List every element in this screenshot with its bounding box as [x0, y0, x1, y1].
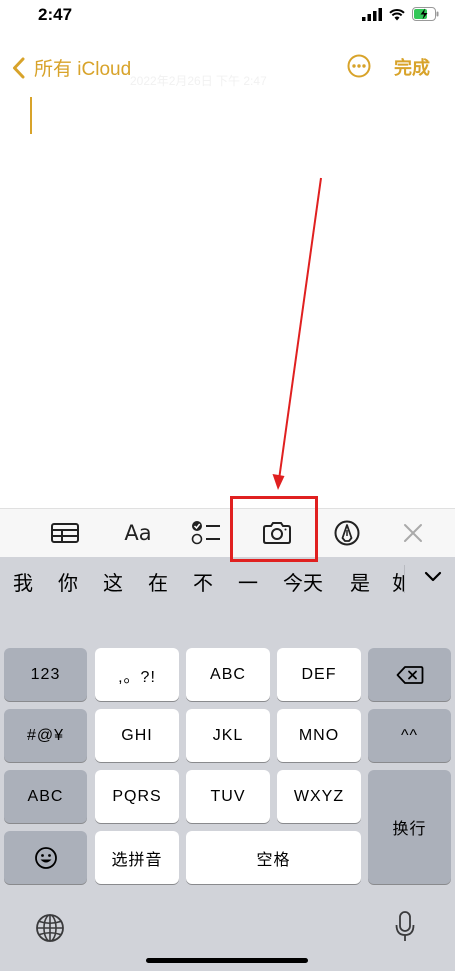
nav-bar: 所有 iCloud 2022年2月26日 下午 2:47 完成: [0, 44, 455, 88]
status-bar: 2:47: [0, 0, 455, 34]
key-ghi[interactable]: GHI: [95, 709, 179, 762]
emoji-key[interactable]: [4, 831, 87, 884]
candidate-item[interactable]: 你: [58, 567, 78, 596]
note-date: 2022年2月26日 下午 2:47: [130, 74, 267, 88]
keyboard: 我 你 这 在 不 一 今天 是 如 123 ,。?! ABC DEF #@¥ …: [0, 557, 455, 971]
done-button[interactable]: 完成: [394, 54, 430, 80]
back-button[interactable]: 所有 iCloud: [12, 54, 131, 81]
candidate-item[interactable]: 在: [148, 567, 168, 596]
highlight-box: [230, 496, 318, 562]
key-abc[interactable]: ABC: [186, 648, 270, 701]
pinyin-key[interactable]: 选拼音: [95, 831, 179, 884]
backspace-key[interactable]: [368, 648, 451, 701]
key-tuv[interactable]: TUV: [186, 770, 270, 823]
table-button[interactable]: [49, 517, 81, 549]
key-pqrs[interactable]: PQRS: [95, 770, 179, 823]
status-icons: [362, 7, 439, 21]
markup-button[interactable]: [332, 517, 362, 549]
candidate-item[interactable]: 今天: [283, 567, 323, 596]
chevron-down-icon[interactable]: [424, 571, 442, 583]
text-cursor: [30, 97, 32, 134]
key-mno[interactable]: MNO: [277, 709, 361, 762]
punctuation-key[interactable]: ,。?!: [95, 648, 179, 701]
ellipsis-icon[interactable]: [347, 54, 371, 78]
checklist-button[interactable]: [190, 517, 222, 549]
kaomoji-key[interactable]: ^^: [368, 709, 451, 762]
return-key[interactable]: 换行: [368, 770, 451, 884]
close-icon: [404, 524, 422, 542]
mic-icon[interactable]: [395, 911, 415, 943]
symbols-key[interactable]: #@¥: [4, 709, 87, 762]
numbers-key[interactable]: 123: [4, 648, 87, 701]
backspace-icon: [396, 665, 423, 684]
close-toolbar-button[interactable]: [399, 517, 427, 549]
key-wxyz[interactable]: WXYZ: [277, 770, 361, 823]
key-jkl[interactable]: JKL: [186, 709, 270, 762]
candidate-item[interactable]: 不: [193, 567, 213, 596]
wifi-icon: [389, 8, 405, 20]
space-key[interactable]: 空格: [186, 831, 361, 884]
candidate-item[interactable]: 一: [238, 567, 258, 596]
signal-icon: [362, 7, 382, 21]
emoji-icon: [34, 846, 57, 869]
chevron-left-icon: [13, 57, 25, 78]
checklist-icon: [191, 521, 220, 545]
format-toolbar: Aa: [0, 508, 455, 557]
globe-icon[interactable]: [35, 913, 65, 943]
home-indicator: [146, 958, 308, 963]
table-icon: [51, 523, 79, 543]
key-def[interactable]: DEF: [277, 648, 361, 701]
letters-key[interactable]: ABC: [4, 770, 87, 823]
back-label: 所有 iCloud: [34, 59, 132, 80]
candidate-item[interactable]: 我: [13, 567, 33, 596]
status-time: 2:47: [38, 5, 73, 24]
candidate-item[interactable]: 这: [103, 567, 123, 596]
candidate-item[interactable]: 是: [350, 567, 370, 596]
battery-charging-icon: [412, 7, 439, 21]
candidate-divider: [404, 565, 405, 593]
candidate-bar: 我 你 这 在 不 一 今天 是 如: [0, 557, 455, 605]
markup-icon: [334, 520, 360, 546]
text-format-button[interactable]: Aa: [118, 517, 158, 549]
